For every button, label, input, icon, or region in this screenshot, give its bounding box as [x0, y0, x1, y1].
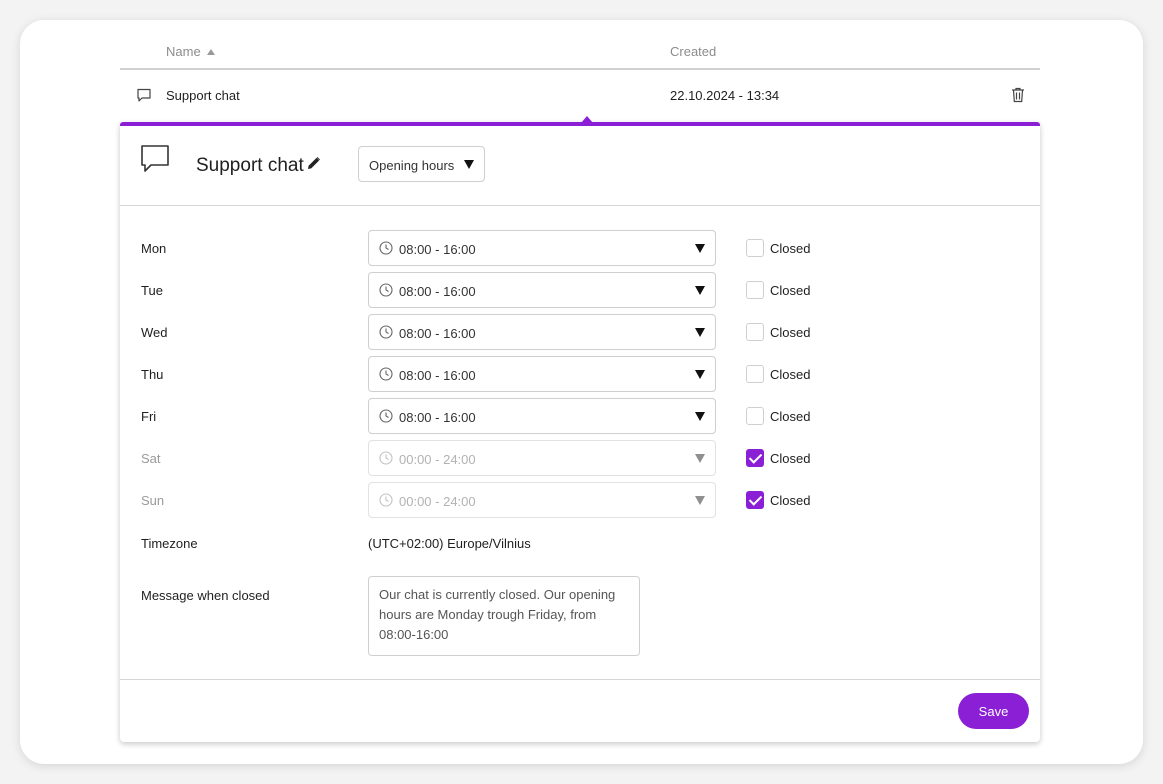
opening-hours-panel: Support chat Opening hours Mon 08:00 - 1… [120, 116, 1040, 742]
closed-label-fri: Closed [770, 409, 811, 424]
panel-header: Support chat Opening hours [120, 126, 1040, 206]
clock-icon [379, 493, 393, 512]
hours-select-mon[interactable]: 08:00 - 16:00 [368, 230, 716, 266]
day-label-tue: Tue [141, 283, 163, 298]
hours-select-fri[interactable]: 08:00 - 16:00 [368, 398, 716, 434]
panel-title: Support chat [196, 155, 304, 176]
chat-bubble-icon [136, 87, 152, 108]
closed-checkbox-tue[interactable] [746, 281, 764, 299]
clock-icon [379, 451, 393, 470]
closed-message-textarea[interactable]: Our chat is currently closed. Our openin… [368, 576, 640, 656]
closed-label-wed: Closed [770, 325, 811, 340]
clock-icon [379, 325, 393, 344]
timezone-value[interactable]: (UTC+02:00) Europe/Vilnius [368, 536, 531, 551]
day-label-sun: Sun [141, 493, 165, 508]
row-name: Support chat [166, 88, 240, 103]
day-label-thu: Thu [141, 367, 164, 382]
caret-down-icon [695, 286, 705, 295]
closed-label-tue: Closed [770, 283, 811, 298]
timezone-label: Timezone [141, 536, 198, 551]
caret-down-icon [695, 244, 705, 253]
caret-down-icon [695, 328, 705, 337]
trash-icon[interactable] [1010, 86, 1026, 109]
day-label-mon: Mon [141, 241, 167, 256]
mode-select[interactable]: Opening hours [358, 146, 485, 182]
app-window: Name Created Support chat 22.10.2024 - 1… [20, 20, 1143, 764]
closed-label-sun: Closed [770, 493, 811, 508]
caret-down-icon [695, 412, 705, 421]
clock-icon [379, 241, 393, 260]
hours-select-tue[interactable]: 08:00 - 16:00 [368, 272, 716, 308]
hours-select-wed[interactable]: 08:00 - 16:00 [368, 314, 716, 350]
clock-icon [379, 367, 393, 386]
sort-ascending-icon [206, 48, 215, 55]
closed-label-sat: Closed [770, 451, 811, 466]
closed-label-thu: Closed [770, 367, 811, 382]
closed-checkbox-thu[interactable] [746, 365, 764, 383]
closed-label-mon: Closed [770, 241, 811, 256]
closed-checkbox-fri[interactable] [746, 407, 764, 425]
column-header-created[interactable]: Created [670, 44, 716, 59]
day-label-wed: Wed [141, 325, 168, 340]
pencil-icon[interactable] [307, 156, 321, 175]
panel-footer-divider [120, 679, 1040, 680]
save-button[interactable]: Save [958, 693, 1029, 729]
panel-caret [581, 116, 593, 123]
hours-select-sun[interactable]: 00:00 - 24:00 [368, 482, 716, 518]
closed-checkbox-wed[interactable] [746, 323, 764, 341]
day-label-fri: Fri [141, 409, 157, 424]
row-created: 22.10.2024 - 13:34 [670, 88, 780, 103]
closed-message-label: Message when closed [141, 588, 270, 603]
table-header: Name Created [120, 42, 1040, 70]
clock-icon [379, 283, 393, 302]
closed-checkbox-sun[interactable] [746, 491, 764, 509]
clock-icon [379, 409, 393, 428]
chat-bubble-icon [140, 144, 170, 179]
column-header-name[interactable]: Name [166, 44, 215, 59]
caret-down-icon [464, 160, 474, 169]
caret-down-icon [695, 496, 705, 505]
day-label-sat: Sat [141, 451, 161, 466]
hours-select-sat[interactable]: 00:00 - 24:00 [368, 440, 716, 476]
closed-checkbox-sat[interactable] [746, 449, 764, 467]
hours-select-thu[interactable]: 08:00 - 16:00 [368, 356, 716, 392]
caret-down-icon [695, 454, 705, 463]
table-row[interactable]: Support chat 22.10.2024 - 13:34 [120, 72, 1040, 120]
closed-checkbox-mon[interactable] [746, 239, 764, 257]
caret-down-icon [695, 370, 705, 379]
